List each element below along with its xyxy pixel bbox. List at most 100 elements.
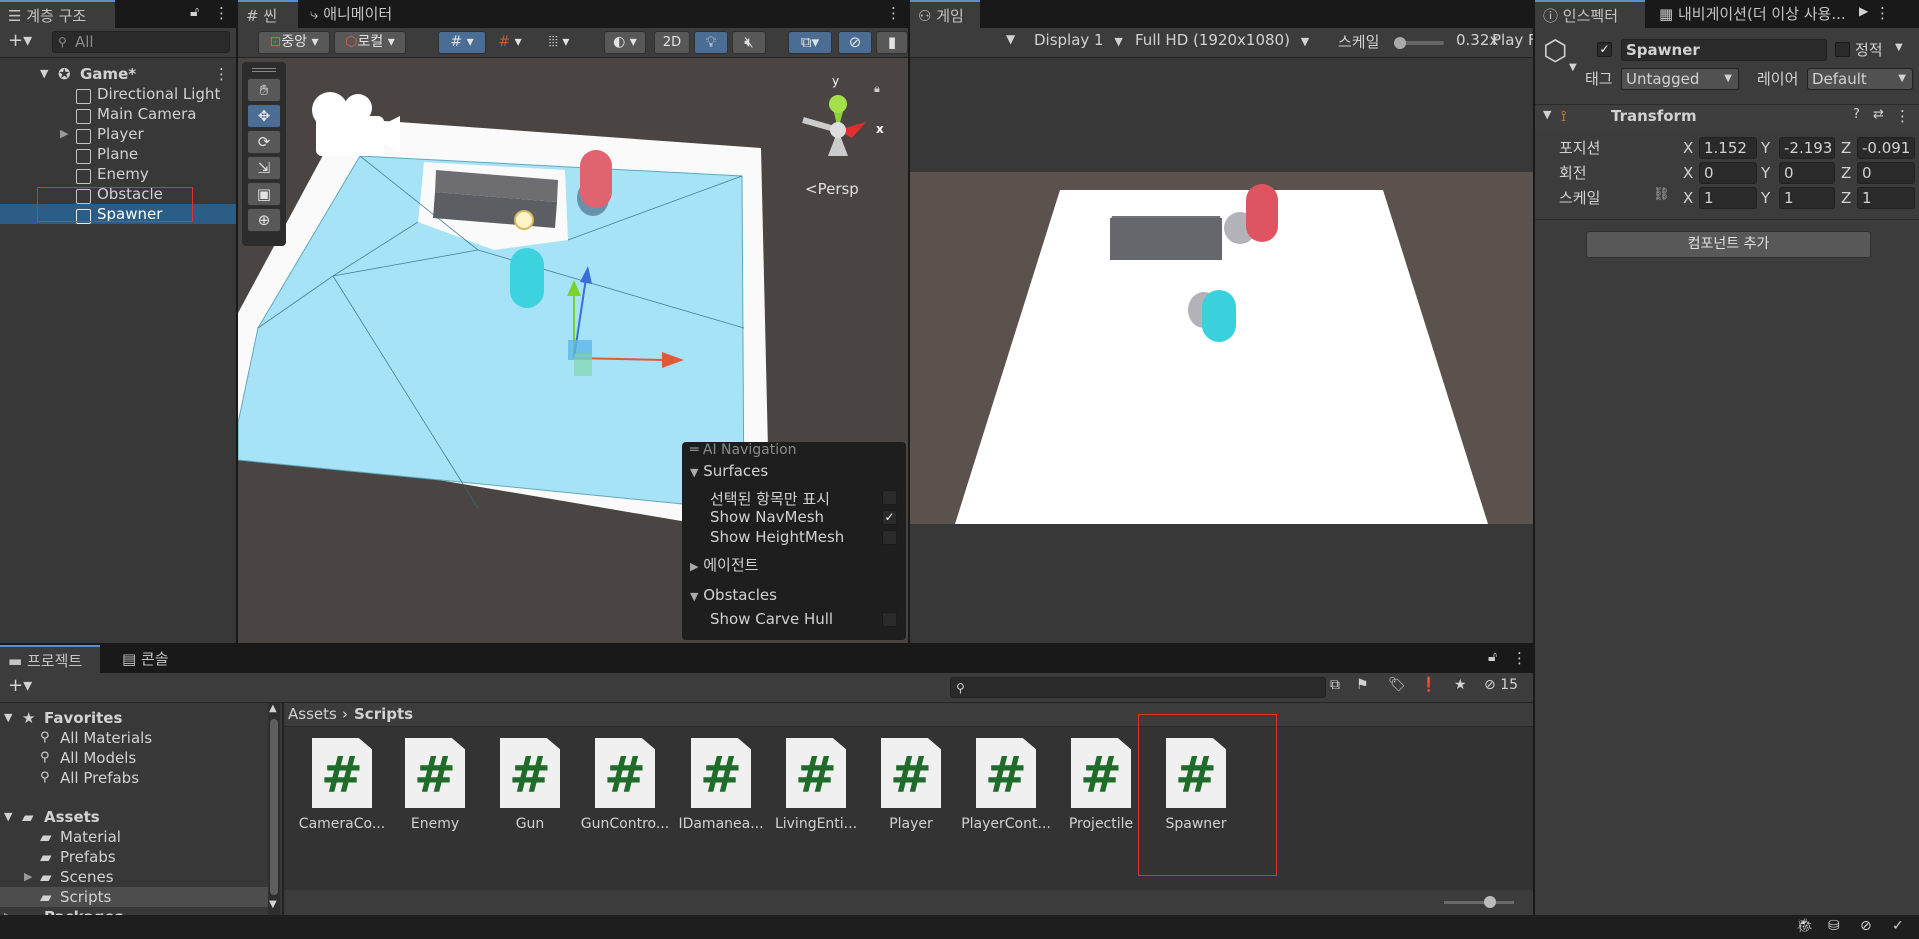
- add-component-button[interactable]: 컴포넌트 추가: [1586, 231, 1871, 258]
- script-asset[interactable]: # CameraCo...: [297, 738, 387, 832]
- pivot-dropdown[interactable]: ⊡중앙 ▾: [258, 31, 330, 54]
- scale-slider[interactable]: [1394, 37, 1444, 49]
- scroll-thumb[interactable]: [270, 719, 278, 895]
- scale-z-field[interactable]: 1: [1857, 187, 1915, 209]
- scroll-down-icon[interactable]: ▼: [269, 899, 277, 910]
- tree-scrollbar[interactable]: ▲ ▼: [268, 703, 280, 915]
- rotation-y-field[interactable]: 0: [1779, 162, 1835, 184]
- lighting-toggle[interactable]: 💡︎: [694, 31, 728, 54]
- create-asset-icon[interactable]: +▾: [8, 675, 32, 696]
- lock-icon[interactable]: 🔓︎: [1488, 649, 1497, 665]
- inspector-more-menu-icon[interactable]: ⋮: [1875, 4, 1890, 22]
- layer-dropdown[interactable]: Default ▼: [1807, 68, 1913, 90]
- rotate-tool-button[interactable]: ⟳: [247, 130, 281, 154]
- position-y-field[interactable]: -2.193: [1779, 137, 1835, 159]
- favorite-star-icon[interactable]: ★: [1454, 677, 1467, 693]
- icon-size-slider-handle[interactable]: [1484, 896, 1496, 908]
- search-by-type-icon[interactable]: ⧉: [1330, 677, 1340, 693]
- hierarchy-item-enemy[interactable]: Enemy: [0, 164, 236, 184]
- breadcrumb-assets[interactable]: Assets: [288, 705, 337, 723]
- surfaces-header[interactable]: ▼ Surfaces: [690, 462, 768, 480]
- tree-item-material[interactable]: ▰ Material: [0, 827, 282, 847]
- overlay-drag-handle[interactable]: [252, 68, 276, 72]
- more-menu-icon[interactable]: ⋮: [1512, 649, 1527, 667]
- auto-generate-lighting-icon[interactable]: ⊘: [1860, 918, 1872, 934]
- filter-by-label-icon[interactable]: 🏷︎: [1388, 677, 1406, 693]
- script-asset[interactable]: # Player: [866, 738, 956, 832]
- scale-x-field[interactable]: 1: [1699, 187, 1757, 209]
- increment-snap-toggle[interactable]: # ▾: [490, 31, 530, 54]
- camera-settings-button[interactable]: ▮: [876, 31, 908, 54]
- rect-tool-button[interactable]: ▣: [247, 182, 281, 206]
- tab-scene[interactable]: # 씬: [238, 0, 298, 28]
- rotation-x-field[interactable]: 0: [1699, 162, 1757, 184]
- overlay-title[interactable]: ═ AI Navigation: [690, 442, 797, 458]
- add-icon[interactable]: +▾: [8, 30, 32, 51]
- project-search-input[interactable]: ⚲: [950, 677, 1326, 698]
- breadcrumb-scripts[interactable]: Scripts: [354, 705, 413, 723]
- static-checkbox[interactable]: [1835, 42, 1850, 57]
- hierarchy-item-plane[interactable]: Plane: [0, 144, 236, 164]
- expand-arrow-icon[interactable]: ▼: [40, 64, 48, 84]
- scene-more-menu-icon[interactable]: ⋮: [886, 4, 901, 22]
- tree-item-scenes[interactable]: ▶ ▰ Scenes: [0, 867, 282, 887]
- log-types-icon[interactable]: ❗: [1420, 677, 1437, 693]
- script-asset[interactable]: # LivingEnti...: [771, 738, 861, 832]
- cache-server-icon[interactable]: ⛁: [1828, 918, 1840, 934]
- obstacles-header[interactable]: ▼ Obstacles: [690, 586, 777, 604]
- script-asset[interactable]: # Projectile: [1056, 738, 1146, 832]
- tab-inspector[interactable]: ⓘ 인스펙터: [1535, 0, 1645, 28]
- persp-label[interactable]: <Persp: [805, 180, 859, 198]
- scroll-up-icon[interactable]: ▲: [269, 703, 277, 714]
- tab-scroll-right-icon[interactable]: ▶: [1859, 4, 1868, 18]
- option-show-navmesh-checkbox[interactable]: ✓: [882, 510, 897, 525]
- shading-mode-dropdown[interactable]: ◐ ▾: [604, 31, 646, 54]
- icon-dropdown-arrow[interactable]: ▼: [1569, 62, 1577, 73]
- hierarchy-search-input[interactable]: ⚲ All: [52, 31, 230, 53]
- hidden-packages-toggle[interactable]: ⊘ 15: [1484, 677, 1518, 693]
- tree-item-favorites[interactable]: ▼ ★ Favorites: [0, 708, 282, 728]
- transform-tool-button[interactable]: ⊕: [247, 208, 281, 232]
- progress-check-icon[interactable]: ✓: [1892, 918, 1904, 934]
- tree-item-assets[interactable]: ▼ ▰ Assets: [0, 807, 282, 827]
- constrain-proportions-icon[interactable]: ⛓︎: [1653, 187, 1670, 202]
- active-checkbox[interactable]: ✓: [1597, 42, 1612, 57]
- preset-icon[interactable]: ⇄: [1873, 107, 1884, 122]
- audio-toggle[interactable]: 🔇︎: [732, 31, 766, 54]
- tab-hierarchy[interactable]: ☰ 계층 구조: [0, 0, 115, 28]
- help-icon[interactable]: ?: [1853, 107, 1860, 122]
- scale-y-field[interactable]: 1: [1779, 187, 1835, 209]
- scale-slider-handle[interactable]: [1394, 37, 1406, 49]
- tree-item-prefabs[interactable]: ▰ Prefabs: [0, 847, 282, 867]
- tab-game[interactable]: ⚇ 게임: [910, 0, 980, 28]
- script-asset[interactable]: # Enemy: [390, 738, 480, 832]
- script-asset[interactable]: # IDamanea...: [676, 738, 766, 832]
- object-name-input[interactable]: Spawner: [1621, 39, 1827, 61]
- static-dropdown-arrow[interactable]: ▼: [1895, 42, 1903, 53]
- debug-icon[interactable]: 🐞︎: [1796, 918, 1814, 934]
- hand-tool-button[interactable]: ✋︎: [247, 78, 281, 102]
- position-x-field[interactable]: 1.152: [1699, 137, 1757, 159]
- option-carve-hull-checkbox[interactable]: [882, 612, 897, 627]
- mode-2d-toggle[interactable]: 2D: [654, 31, 690, 54]
- agents-header[interactable]: ▶ 에이전트: [690, 554, 758, 575]
- grid-visibility-toggle[interactable]: ⦙⦙⦙ ▾: [536, 31, 582, 54]
- tab-animator[interactable]: ⤷ 애니메이터: [302, 0, 400, 28]
- move-tool-button[interactable]: ✥: [247, 104, 281, 128]
- play-focused-dropdown[interactable]: Play F: [1492, 31, 1533, 49]
- tree-item-scripts[interactable]: ▰ Scripts: [0, 887, 268, 907]
- gizmo-lock-icon[interactable]: 🔒︎: [874, 82, 880, 96]
- scene-root-row[interactable]: ▼ ✪ Game* ⋮: [0, 64, 236, 84]
- effects-toggle[interactable]: ⧉▾: [788, 31, 832, 54]
- icon-size-slider[interactable]: [1444, 896, 1514, 908]
- option-show-heightmesh-checkbox[interactable]: [882, 530, 897, 545]
- transform-header[interactable]: ▼ ⟟ Transform ? ⇄ ⋮: [1535, 105, 1919, 129]
- gameobject-large-icon[interactable]: ⬡: [1543, 34, 1567, 67]
- lock-icon[interactable]: 🔓︎: [190, 4, 199, 20]
- component-menu-icon[interactable]: ⋮: [1895, 107, 1910, 125]
- tree-item-all-prefabs[interactable]: ⚲ All Prefabs: [0, 768, 282, 788]
- script-asset[interactable]: # GunContro...: [580, 738, 670, 832]
- resolution-dropdown[interactable]: Full HD (1920x1080) ▼: [1135, 31, 1309, 49]
- tab-project[interactable]: ▬ 프로젝트: [0, 645, 100, 673]
- filter-by-type-icon[interactable]: ⚑: [1356, 677, 1369, 693]
